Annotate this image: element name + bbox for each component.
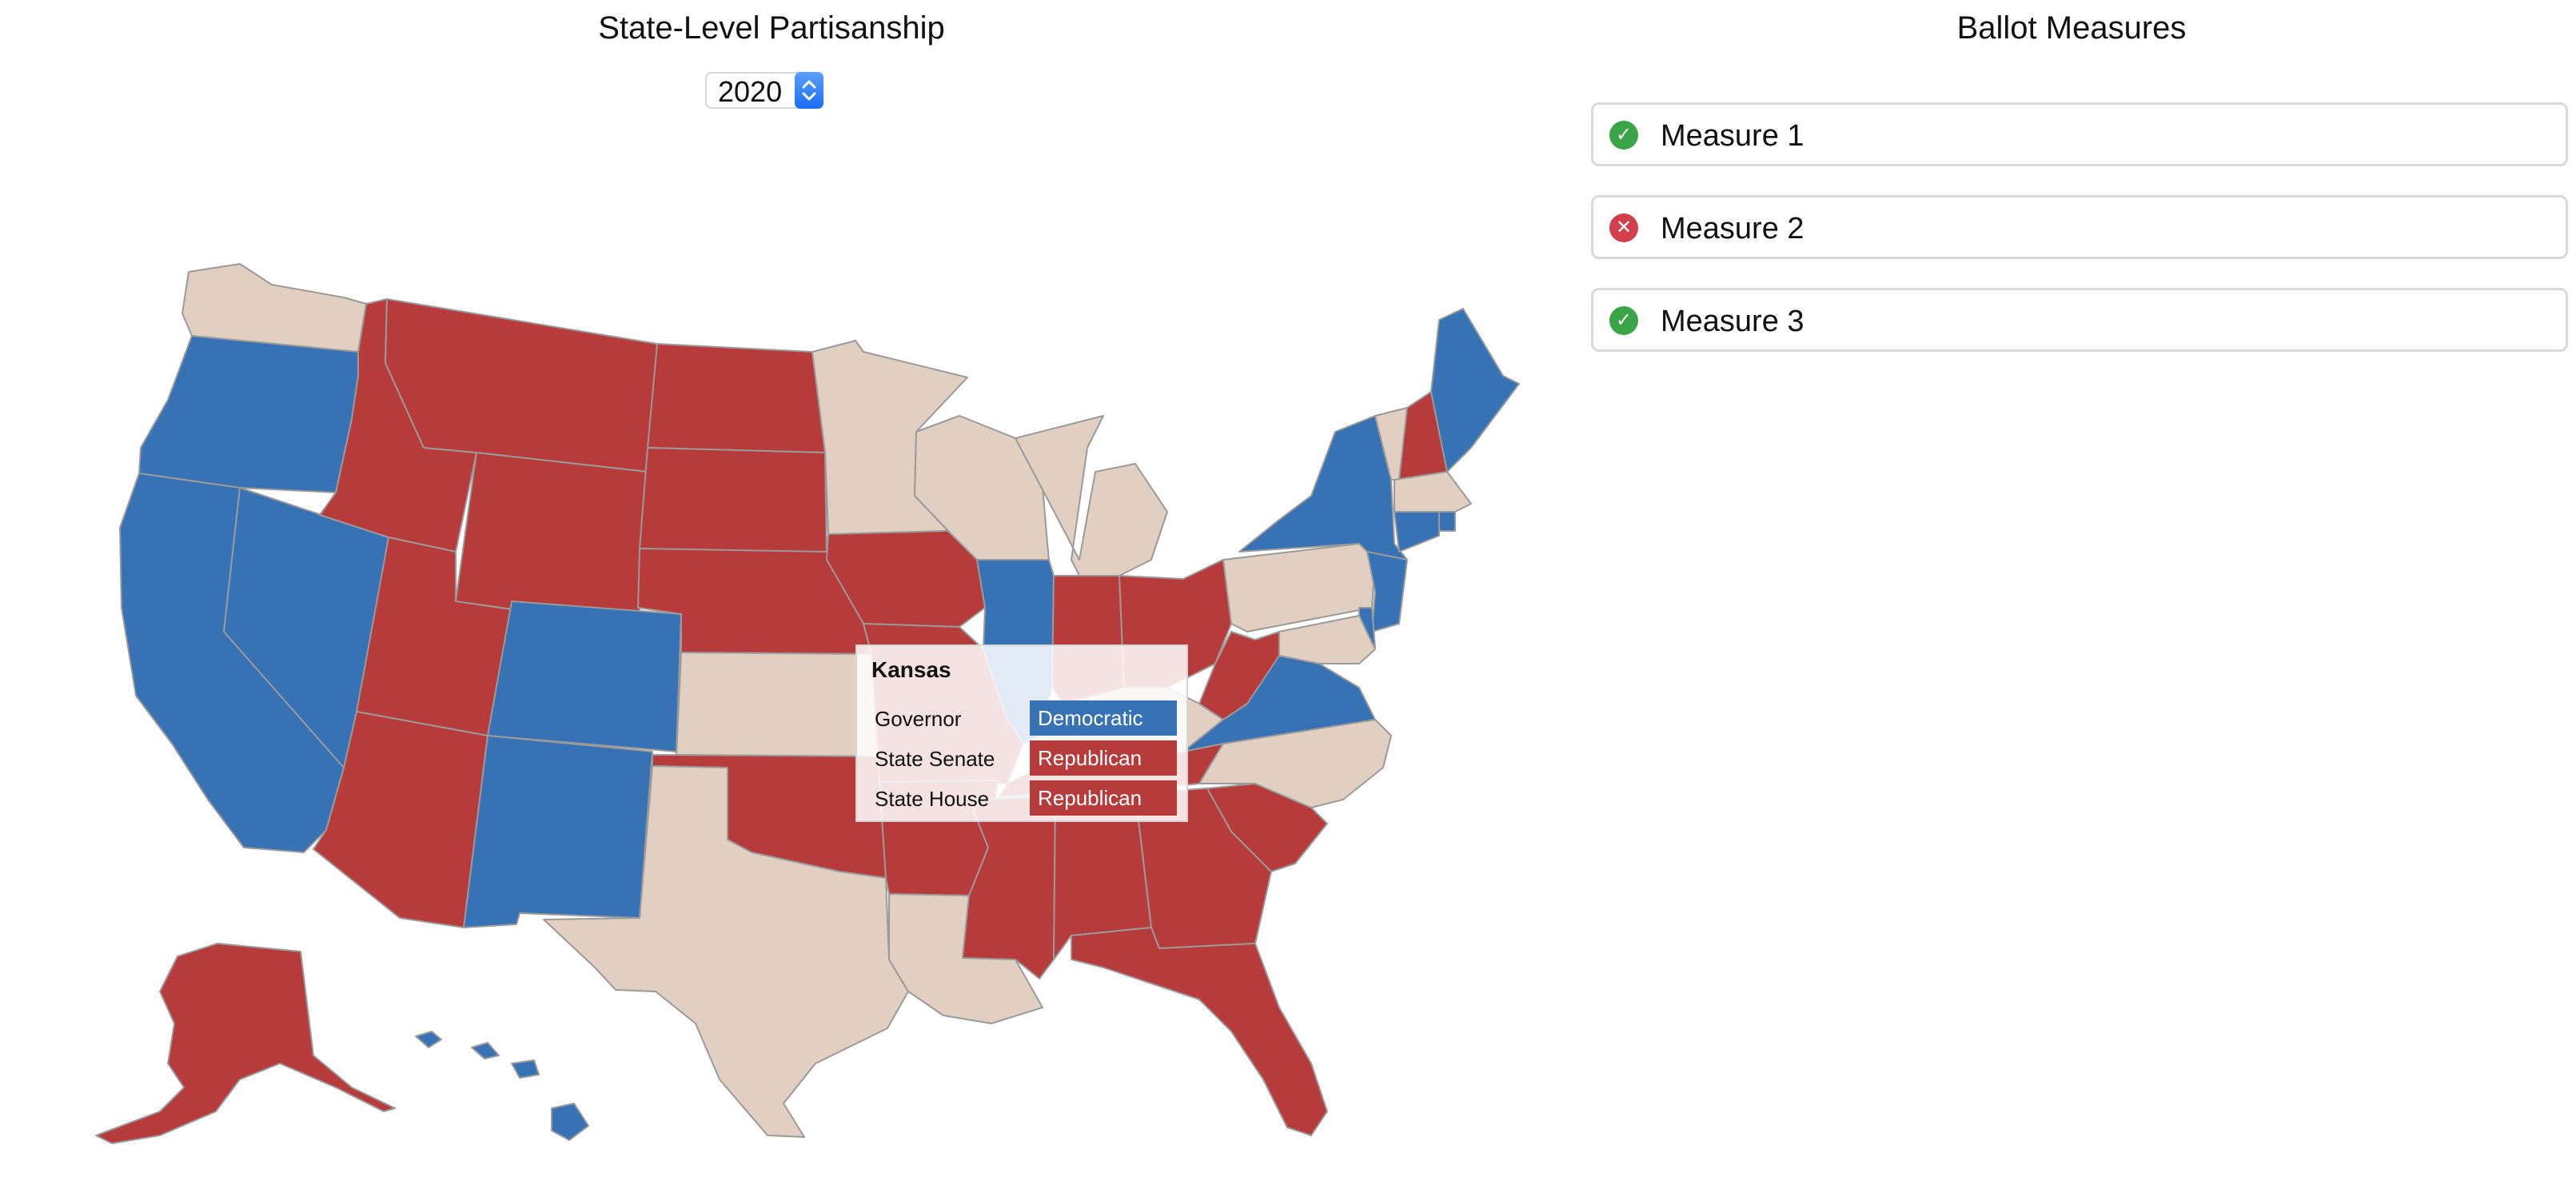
party-badge: Republican — [1030, 740, 1177, 776]
state-ak[interactable] — [95, 943, 396, 1144]
state-tooltip: Kansas Governor Democratic State Senate … — [855, 644, 1188, 822]
measure-item-2[interactable]: ✕ Measure 2 — [1591, 195, 2568, 259]
state-nd[interactable] — [647, 343, 826, 453]
state-co[interactable] — [487, 600, 682, 752]
state-ma[interactable] — [1394, 471, 1472, 513]
tooltip-row-label: State House — [875, 787, 990, 811]
party-badge: Democratic — [1030, 700, 1177, 736]
x-circle-icon: ✕ — [1609, 213, 1638, 242]
measure-item-1[interactable]: ✓ Measure 1 — [1591, 102, 2568, 166]
us-map — [95, 263, 1520, 1144]
state-ct[interactable] — [1394, 511, 1440, 553]
measure-label: Measure 2 — [1661, 212, 1804, 245]
chevron-updown-icon[interactable] — [795, 72, 823, 109]
measure-label: Measure 3 — [1661, 305, 1804, 338]
state-ks[interactable] — [676, 652, 880, 757]
tooltip-row-governor: Governor Democratic — [875, 700, 1178, 736]
tooltip-row-state-senate: State Senate Republican — [875, 740, 1178, 776]
state-or[interactable] — [138, 335, 359, 493]
state-hi[interactable] — [415, 1031, 589, 1141]
year-select-value: 2020 — [718, 75, 783, 108]
year-select[interactable]: 2020 — [705, 72, 823, 109]
tooltip-row-label: Governor — [875, 707, 962, 731]
ballot-measures-panel: Ballot Measures ✓ Measure 1 ✕ Measure 2 … — [1567, 0, 2576, 1181]
state-ri[interactable] — [1438, 511, 1456, 532]
party-badge: Republican — [1030, 780, 1177, 816]
state-sd[interactable] — [639, 447, 827, 561]
partisanship-title: State-Level Partisanship — [598, 10, 945, 46]
check-circle-icon: ✓ — [1609, 306, 1638, 335]
measure-item-3[interactable]: ✓ Measure 3 — [1591, 288, 2568, 352]
tooltip-state-name: Kansas — [871, 657, 951, 682]
ballot-measures-title: Ballot Measures — [1956, 10, 2187, 46]
state-nm[interactable] — [463, 735, 653, 928]
tooltip-row-label: State Senate — [875, 747, 995, 771]
tooltip-row-state-house: State House Republican — [875, 780, 1178, 816]
check-circle-icon: ✓ — [1609, 121, 1638, 150]
state-mt[interactable] — [385, 298, 658, 473]
state-fl[interactable] — [1071, 927, 1328, 1136]
partisanship-panel: State-Level Partisanship 2020 Kansas Gov… — [0, 0, 1543, 1181]
measure-label: Measure 1 — [1661, 119, 1804, 153]
state-me[interactable] — [1430, 308, 1520, 473]
